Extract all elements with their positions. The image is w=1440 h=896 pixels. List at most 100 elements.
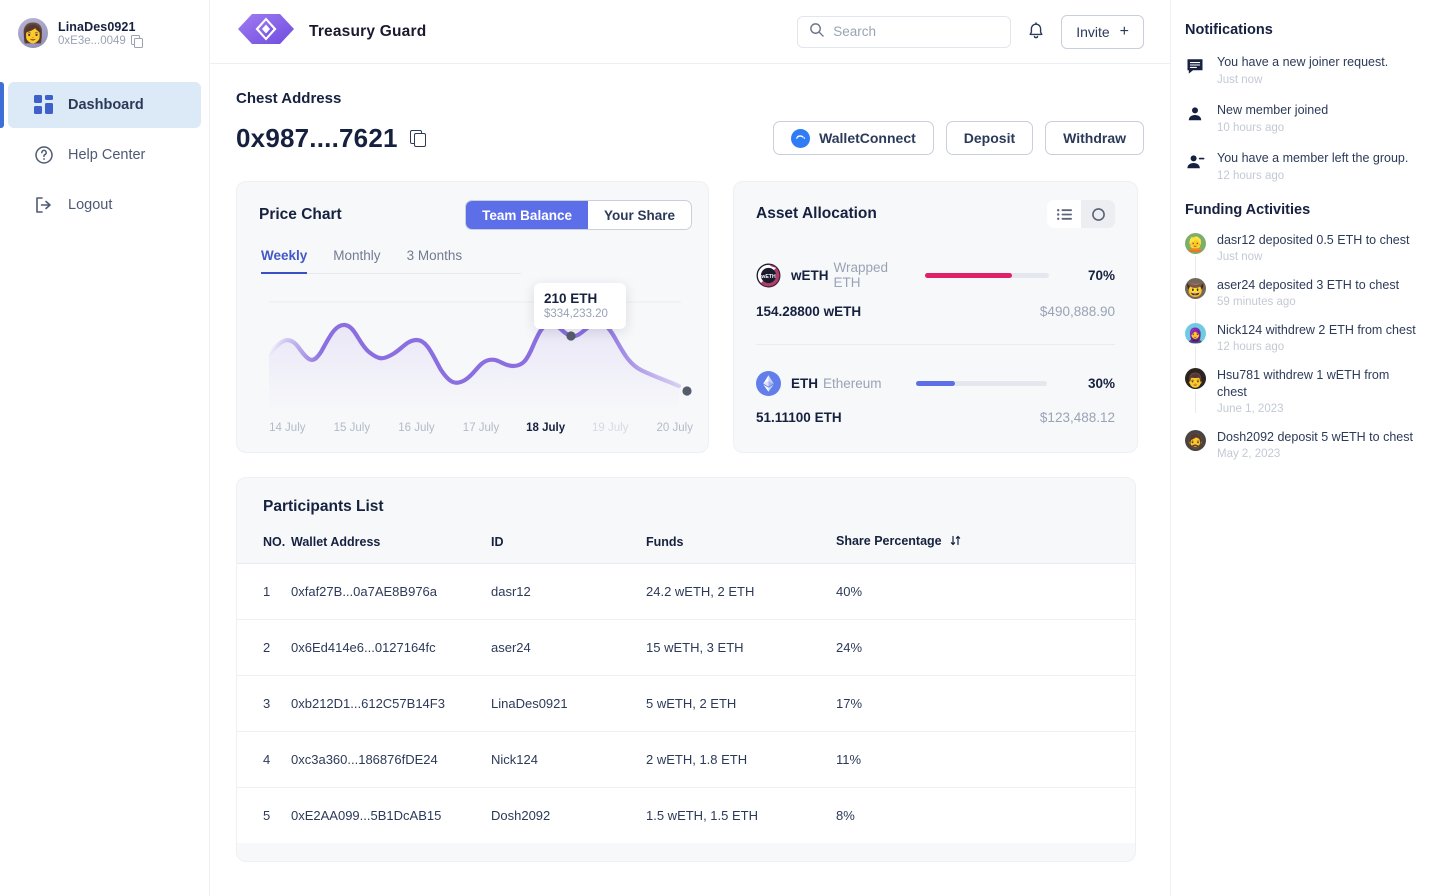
tab-weekly[interactable]: Weekly bbox=[261, 248, 308, 274]
copy-icon[interactable] bbox=[409, 130, 426, 147]
funding-time: 12 hours ago bbox=[1217, 341, 1285, 354]
x-tick: 17 July bbox=[462, 422, 500, 434]
notification-time: 12 hours ago bbox=[1217, 169, 1285, 182]
avatar-glyph: 👨 bbox=[1186, 371, 1205, 388]
donut-chart-icon[interactable] bbox=[1081, 200, 1115, 228]
user-minus-icon bbox=[1185, 152, 1205, 172]
sidebar-item-logout[interactable]: Logout bbox=[8, 182, 201, 228]
sidebar-item-label: Dashboard bbox=[68, 97, 144, 113]
cell-funds: 5 wETH, 2 ETH bbox=[646, 675, 836, 732]
avatar: 🤠 bbox=[1185, 277, 1206, 299]
table-header-row: NO. Wallet Address ID Funds Share Percen… bbox=[237, 534, 1135, 564]
table-row[interactable]: 3 0xb212D1...612C57B14F3 LinaDes0921 5 w… bbox=[237, 675, 1135, 732]
cell-share: 17% bbox=[836, 675, 1135, 732]
user-icon bbox=[1185, 104, 1205, 124]
chart-x-axis: 14 July 15 July 16 July 17 July 18 July … bbox=[255, 422, 707, 434]
funding-item[interactable]: 🤠 aser24 deposited 3 ETH to chest 59 min… bbox=[1185, 277, 1422, 324]
funding-item[interactable]: 👱 dasr12 deposited 0.5 ETH to chest Just… bbox=[1185, 232, 1422, 278]
header-actions: Invite + bbox=[797, 14, 1144, 49]
x-tick: 15 July bbox=[333, 422, 371, 434]
notifications-title: Notifications bbox=[1185, 22, 1273, 38]
token-symbol: wETH bbox=[791, 267, 829, 283]
deposit-button[interactable]: Deposit bbox=[945, 121, 1034, 155]
cell-share: 8% bbox=[836, 787, 1135, 843]
app-root: 👩 LinaDes0921 0xE3e...0049 Dashboard Hel… bbox=[0, 0, 1440, 896]
user-profile[interactable]: 👩 LinaDes0921 0xE3e...0049 bbox=[0, 0, 209, 48]
cell-share: 11% bbox=[836, 731, 1135, 788]
sidebar-item-help-center[interactable]: Help Center bbox=[8, 132, 201, 178]
notification-item[interactable]: You have a new joiner request. Just now bbox=[1185, 54, 1422, 86]
funding-time: 59 minutes ago bbox=[1217, 296, 1296, 309]
notification-time: 10 hours ago bbox=[1217, 121, 1285, 134]
funding-text: Nick124 withdrew 2 ETH from chest bbox=[1217, 323, 1416, 338]
walletconnect-icon bbox=[791, 128, 811, 148]
chest-address-value-wrap: 0x987....7621 bbox=[236, 123, 426, 154]
allocation-usd: $490,888.90 bbox=[1039, 304, 1115, 319]
table-row[interactable]: 1 0xfaf27B...0a7AE8B976a dasr12 24.2 wET… bbox=[237, 563, 1135, 620]
funding-item[interactable]: 👨 Hsu781 withdrew 1 wETH from chest June… bbox=[1185, 367, 1422, 415]
funding-item[interactable]: 🧕 Nick124 withdrew 2 ETH from chest 12 h… bbox=[1185, 322, 1422, 369]
chest-actions: WalletConnect Deposit Withdraw bbox=[773, 121, 1144, 155]
withdraw-button[interactable]: Withdraw bbox=[1045, 121, 1144, 155]
notification-text: New member joined bbox=[1217, 102, 1329, 117]
invite-label: Invite bbox=[1076, 23, 1110, 40]
price-chart-card: Price Chart Team Balance Your Share Week… bbox=[236, 181, 709, 453]
allocation-row-bottom: 154.28800 wETH $490,888.90 bbox=[756, 304, 1115, 319]
avatar-glyph: 🧔 bbox=[1186, 433, 1205, 450]
allocation-percent: 70% bbox=[1087, 267, 1115, 283]
dashboard-cards: Price Chart Team Balance Your Share Week… bbox=[236, 181, 1144, 453]
bell-icon[interactable] bbox=[1025, 21, 1047, 43]
allocation-bar bbox=[916, 381, 1047, 386]
cell-no: 3 bbox=[237, 675, 291, 732]
allocation-bar-fill bbox=[924, 272, 1012, 278]
walletconnect-button[interactable]: WalletConnect bbox=[773, 121, 934, 155]
funding-text: Hsu781 withdrew 1 wETH from chest bbox=[1217, 368, 1390, 399]
cell-funds: 2 wETH, 1.8 ETH bbox=[646, 731, 836, 788]
right-panel: Notifications You have a new joiner requ… bbox=[1170, 0, 1440, 896]
price-line-chart bbox=[266, 301, 692, 412]
sort-updown-icon[interactable] bbox=[950, 535, 961, 549]
notification-item[interactable]: You have a member left the group. 12 hou… bbox=[1185, 150, 1422, 182]
walletconnect-label: WalletConnect bbox=[819, 130, 916, 146]
period-tabs: Weekly Monthly 3 Months bbox=[261, 248, 521, 274]
chest-address-label: Chest Address bbox=[236, 90, 342, 107]
funding-activities-title: Funding Activities bbox=[1185, 201, 1311, 218]
search-input[interactable] bbox=[833, 24, 1000, 39]
withdraw-label: Withdraw bbox=[1063, 130, 1126, 146]
notification-item[interactable]: New member joined 10 hours ago bbox=[1185, 102, 1422, 134]
price-chart-plot: 210 ETH $334,233.20 bbox=[251, 282, 696, 412]
funding-text-wrap: Hsu781 withdrew 1 wETH from chest June 1… bbox=[1217, 367, 1422, 415]
tab-monthly[interactable]: Monthly bbox=[333, 248, 380, 274]
allocation-bar bbox=[924, 272, 1049, 278]
funding-item[interactable]: 🧔 Dosh2092 deposit 5 wETH to chest May 2… bbox=[1185, 429, 1422, 460]
brand[interactable]: Treasury Guard bbox=[236, 12, 426, 51]
main-content: Chest Address 0x987....7621 WalletConnec… bbox=[210, 64, 1170, 896]
search-box[interactable] bbox=[797, 15, 1012, 48]
col-share-percentage[interactable]: Share Percentage bbox=[836, 534, 1135, 564]
segment-team-balance[interactable]: Team Balance bbox=[466, 201, 588, 229]
x-tick: 20 July bbox=[656, 422, 693, 434]
tab-3-months[interactable]: 3 Months bbox=[407, 248, 463, 274]
table-row[interactable]: 2 0x6Ed414e6...0127164fc aser24 15 wETH,… bbox=[237, 619, 1135, 676]
price-chart-title: Price Chart bbox=[259, 206, 342, 223]
sidebar-item-dashboard[interactable]: Dashboard bbox=[0, 82, 201, 128]
invite-button[interactable]: Invite + bbox=[1061, 14, 1144, 49]
profile-name: LinaDes0921 bbox=[58, 19, 136, 34]
funding-text: dasr12 deposited 0.5 ETH to chest bbox=[1217, 232, 1410, 247]
funding-text-wrap: dasr12 deposited 0.5 ETH to chest Just n… bbox=[1217, 232, 1409, 263]
copy-icon[interactable] bbox=[130, 35, 143, 48]
table-row[interactable]: 5 0xE2AA099...5B1DcAB15 Dosh2092 1.5 wET… bbox=[237, 787, 1135, 843]
cell-id: dasr12 bbox=[491, 563, 646, 620]
cell-wallet: 0xfaf27B...0a7AE8B976a bbox=[291, 563, 491, 620]
cell-share: 24% bbox=[836, 619, 1135, 676]
allocation-row-eth: ETH Ethereum 30% 51.11100 ETH $123,488.1… bbox=[756, 344, 1115, 425]
notification-text: You have a member left the group. bbox=[1217, 150, 1409, 165]
allocation-row-top: ETH Ethereum 30% bbox=[756, 371, 1115, 396]
logout-arrow-icon bbox=[34, 195, 54, 215]
cell-id: aser24 bbox=[491, 619, 646, 676]
notifications-list: You have a new joiner request. Just now … bbox=[1185, 54, 1422, 182]
table-row[interactable]: 4 0xc3a360...186876fDE24 Nick124 2 wETH,… bbox=[237, 731, 1135, 788]
segment-your-share[interactable]: Your Share bbox=[587, 201, 691, 229]
avatar-glyph: 🤠 bbox=[1186, 281, 1205, 298]
list-view-icon[interactable] bbox=[1047, 200, 1081, 228]
